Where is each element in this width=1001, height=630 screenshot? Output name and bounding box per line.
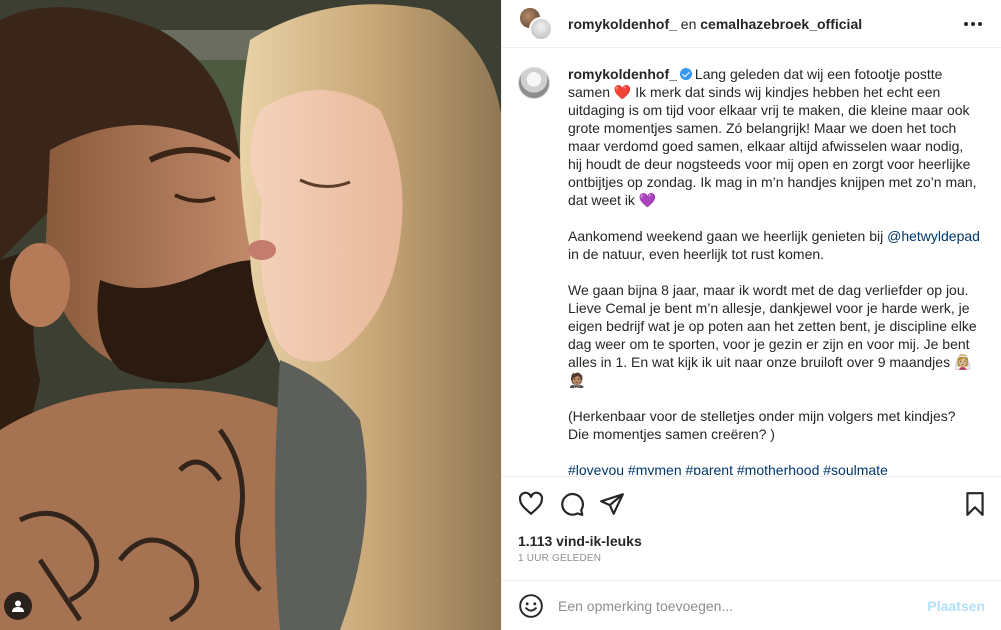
caption-paragraph-2-before: Aankomend weekend gaan we heerlijk genie… [568, 228, 888, 244]
more-options-button[interactable] [961, 12, 985, 36]
post-header: romykoldenhof_ en cemalhazebroek_officia… [502, 0, 1001, 48]
collab-usernames: romykoldenhof_ en cemalhazebroek_officia… [568, 16, 862, 32]
user-tag-icon [12, 600, 24, 612]
smiley-icon [519, 593, 543, 618]
verified-badge-icon [679, 68, 692, 80]
caption-paragraph-1: Lang geleden dat wij een fotootje postte… [568, 66, 981, 208]
share-button[interactable] [599, 491, 625, 517]
header-username-1[interactable]: romykoldenhof_ [568, 16, 677, 32]
more-horizontal-icon [964, 22, 982, 26]
mention-link[interactable]: @hetwyldepad [887, 228, 980, 244]
bookmark-icon [966, 492, 984, 516]
like-button[interactable] [518, 491, 544, 517]
comment-bar: Plaatsen [502, 580, 1001, 630]
heart-icon [518, 491, 544, 515]
photo-illustration [0, 0, 501, 630]
hashtags[interactable]: #loveyou #mymen #parent #motherhood #sou… [568, 461, 980, 475]
caption-username[interactable]: romykoldenhof_ [568, 66, 677, 82]
action-bar [502, 476, 1001, 532]
likes-count[interactable]: 1.113 vind-ik-leuks [518, 533, 642, 549]
save-button[interactable] [962, 491, 988, 517]
comment-input[interactable] [558, 597, 928, 614]
post-timestamp[interactable]: 1 UUR GELEDEN [518, 553, 601, 564]
comment-icon [561, 493, 584, 516]
caption-avatar[interactable] [518, 67, 550, 99]
post-comment-button[interactable]: Plaatsen [927, 598, 985, 614]
user-tag-button[interactable] [4, 592, 32, 620]
collab-avatars[interactable] [518, 5, 554, 42]
header-connector: en [676, 15, 701, 32]
avatar-romy[interactable] [529, 16, 553, 41]
caption-row: romykoldenhof_ Lang geleden dat wij een f… [518, 65, 985, 475]
caption-text: romykoldenhof_ Lang geleden dat wij een f… [568, 65, 980, 475]
paper-plane-icon [600, 493, 624, 515]
emoji-button[interactable] [518, 593, 544, 619]
caption-paragraph-3: We gaan bijna 8 jaar, maar ik wordt met … [568, 282, 981, 388]
post-photo[interactable] [0, 0, 501, 630]
comment-button[interactable] [559, 491, 585, 517]
caption-paragraph-4: (Herkenbaar voor de stelletjes onder mij… [568, 408, 960, 442]
header-username-2[interactable]: cemalhazebroek_official [700, 16, 862, 32]
post-details-panel: romykoldenhof_ en cemalhazebroek_officia… [501, 0, 1001, 630]
caption-area[interactable]: romykoldenhof_ Lang geleden dat wij een f… [502, 49, 1001, 475]
